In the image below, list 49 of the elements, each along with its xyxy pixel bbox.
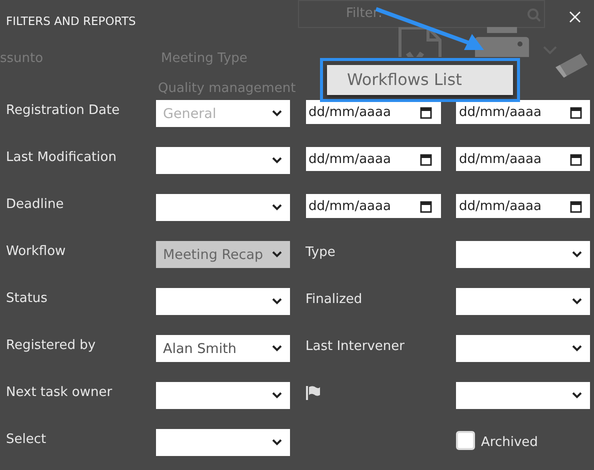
flag-icon (306, 386, 320, 400)
field-label: Select (6, 431, 48, 449)
calendar-icon (570, 152, 582, 166)
calendar-button[interactable] (570, 100, 590, 124)
calendar-icon (420, 152, 432, 166)
date-field[interactable]: dd/mm/aaaa (456, 194, 570, 218)
date-field[interactable]: dd/mm/aaaa (306, 147, 420, 171)
chevron-down-icon (272, 298, 282, 305)
chevron-down-icon (572, 345, 582, 352)
chevron-down-icon (572, 298, 582, 305)
date-field[interactable]: dd/mm/aaaa (306, 100, 420, 124)
field-label: Registered by (6, 337, 97, 355)
chevron-down-icon (272, 392, 282, 399)
checkbox-label: Archived (481, 434, 538, 450)
calendar-button[interactable] (420, 147, 440, 171)
field-label: Next task owner (6, 384, 114, 402)
checkbox[interactable] (456, 431, 475, 450)
calendar-button[interactable] (420, 194, 440, 218)
chevron-down-icon (272, 251, 282, 258)
date-field[interactable]: dd/mm/aaaa (306, 194, 420, 218)
chevron-down-icon (572, 251, 582, 258)
chevron-down-icon (572, 392, 582, 399)
dialog-title: FILTERS AND REPORTS (6, 14, 136, 28)
calendar-icon (420, 200, 432, 212)
menu-item[interactable]: Workflows List (327, 65, 513, 95)
dropdown[interactable]: Alan Smith (156, 335, 290, 362)
chevron-down-icon (272, 204, 282, 211)
calendar-icon (420, 106, 432, 118)
calendar-button[interactable] (420, 100, 440, 124)
field-label: Workflow (6, 243, 67, 261)
field-label: Last Intervener (306, 338, 404, 354)
field-label: Status (6, 290, 48, 308)
field-label: Deadline (6, 196, 65, 214)
printer-icon[interactable] (475, 27, 529, 57)
calendar-icon (570, 106, 582, 118)
chevron-down-icon (272, 110, 282, 117)
chevron-down-icon (272, 439, 282, 446)
field-label: Registration Date (6, 102, 121, 120)
field-label: Type (306, 244, 336, 260)
spreadsheet-icon[interactable] (398, 27, 442, 57)
calendar-button[interactable] (570, 147, 590, 171)
chevron-down-icon (272, 157, 282, 164)
calendar-button[interactable] (570, 194, 590, 218)
chevron-down-icon (272, 345, 282, 352)
calendar-icon (570, 200, 582, 212)
field-label: Finalized (306, 291, 362, 307)
field-label: Last Modification (6, 149, 118, 167)
date-field[interactable]: dd/mm/aaaa (456, 147, 570, 171)
date-field[interactable]: dd/mm/aaaa (456, 100, 570, 124)
